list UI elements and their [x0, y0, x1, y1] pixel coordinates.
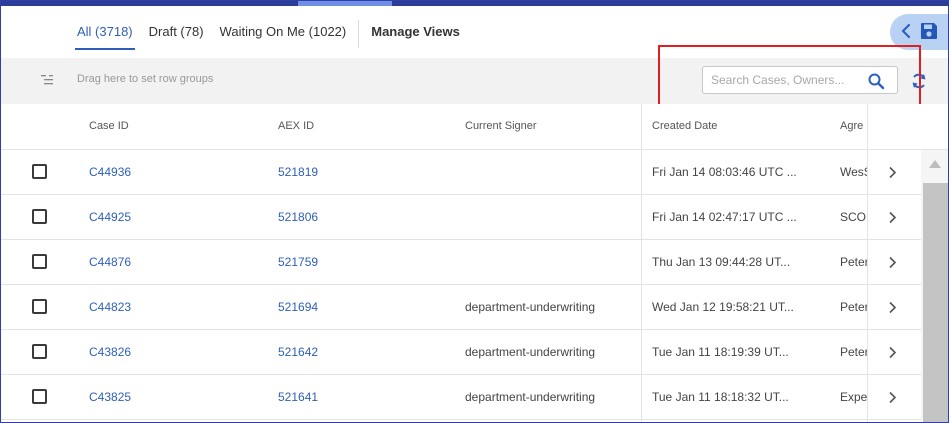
aex-id-link[interactable]: 521641 — [278, 390, 318, 404]
tab-all[interactable]: All (3718) — [69, 14, 141, 50]
table-header: Case ID AEX ID Current Signer Created Da… — [1, 104, 948, 150]
case-id-link[interactable]: C44823 — [89, 300, 131, 314]
current-signer: department-underwriting — [465, 390, 596, 404]
table-row[interactable]: C43825 521641 department-underwriting Tu… — [1, 375, 921, 420]
scrollbar-thumb[interactable] — [923, 183, 948, 422]
search-input[interactable] — [711, 72, 861, 88]
row-checkbox[interactable] — [32, 299, 47, 314]
agreement-cell: Peter — [840, 300, 867, 314]
current-signer: department-underwriting — [465, 300, 596, 314]
view-tabs: All (3718) Draft (78) Waiting On Me (102… — [69, 14, 468, 54]
agreement-cell: Peter — [840, 345, 867, 359]
case-id-link[interactable]: C44936 — [89, 165, 131, 179]
table-row[interactable]: C43826 521642 department-underwriting Tu… — [1, 330, 921, 375]
tab-separator — [358, 20, 360, 48]
table-body: C44936 521819 Fri Jan 14 08:03:46 UTC ..… — [1, 150, 921, 420]
chevron-left-icon[interactable] — [899, 23, 913, 39]
manage-views-link[interactable]: Manage Views — [363, 14, 468, 48]
aex-id-link[interactable]: 521819 — [278, 165, 318, 179]
row-checkbox[interactable] — [32, 209, 47, 224]
row-checkbox[interactable] — [32, 254, 47, 269]
top-bar-accent — [298, 1, 392, 6]
app-frame: All (3718) Draft (78) Waiting On Me (102… — [0, 0, 949, 423]
aex-id-link[interactable]: 521642 — [278, 345, 318, 359]
column-header-current-signer[interactable]: Current Signer — [465, 120, 537, 132]
created-date: Tue Jan 11 18:18:32 UT... — [652, 390, 789, 404]
row-group-drop-zone[interactable]: Drag here to set row groups — [77, 73, 213, 85]
table-row[interactable]: C44936 521819 Fri Jan 14 08:03:46 UTC ..… — [1, 150, 921, 195]
current-signer: department-underwriting — [465, 345, 596, 359]
table-row[interactable]: C44823 521694 department-underwriting We… — [1, 285, 921, 330]
agreement-cell: Peter — [840, 255, 867, 269]
scroll-up-arrow-icon[interactable] — [928, 159, 942, 169]
column-header-aex-id[interactable]: AEX ID — [278, 120, 314, 132]
table-row[interactable]: C44925 521806 Fri Jan 14 02:47:17 UTC ..… — [1, 195, 921, 240]
agreement-cell: SCOF — [840, 210, 867, 224]
column-header-case-id[interactable]: Case ID — [89, 120, 129, 132]
chevron-right-icon[interactable] — [887, 391, 897, 404]
agreement-cell: Expe — [840, 390, 867, 404]
chevron-right-icon[interactable] — [887, 256, 897, 269]
search-icon[interactable] — [867, 72, 885, 90]
case-id-link[interactable]: C44876 — [89, 255, 131, 269]
chevron-right-icon[interactable] — [887, 346, 897, 359]
agreement-cell: WesS — [840, 165, 867, 179]
created-date: Tue Jan 11 18:19:39 UT... — [652, 345, 789, 359]
chevron-right-icon[interactable] — [887, 211, 897, 224]
aex-id-link[interactable]: 521759 — [278, 255, 318, 269]
table-row[interactable]: C44876 521759 Thu Jan 13 09:44:28 UT... … — [1, 240, 921, 285]
aex-id-link[interactable]: 521806 — [278, 210, 318, 224]
case-id-link[interactable]: C43826 — [89, 345, 131, 359]
chevron-right-icon[interactable] — [887, 166, 897, 179]
column-header-created-date[interactable]: Created Date — [652, 120, 717, 132]
case-id-link[interactable]: C44925 — [89, 210, 131, 224]
created-date: Wed Jan 12 19:58:21 UT... — [652, 300, 794, 314]
row-checkbox[interactable] — [32, 164, 47, 179]
tab-waiting-on-me[interactable]: Waiting On Me (1022) — [212, 14, 355, 48]
row-checkbox[interactable] — [32, 389, 47, 404]
search-box — [702, 66, 898, 94]
refresh-icon[interactable] — [910, 71, 928, 91]
tab-draft[interactable]: Draft (78) — [141, 14, 212, 48]
created-date: Thu Jan 13 09:44:28 UT... — [652, 255, 791, 269]
floppy-disk-icon[interactable] — [919, 21, 939, 41]
created-date: Fri Jan 14 08:03:46 UTC ... — [652, 165, 797, 179]
column-header-agreement[interactable]: Agre — [840, 120, 867, 132]
case-id-link[interactable]: C43825 — [89, 390, 131, 404]
aex-id-link[interactable]: 521694 — [278, 300, 318, 314]
created-date: Fri Jan 14 02:47:17 UTC ... — [652, 210, 797, 224]
top-bar — [1, 1, 948, 6]
row-groups-icon — [41, 75, 53, 85]
chevron-right-icon[interactable] — [887, 301, 897, 314]
row-checkbox[interactable] — [32, 344, 47, 359]
grid-toolbar: Drag here to set row groups — [1, 58, 948, 104]
